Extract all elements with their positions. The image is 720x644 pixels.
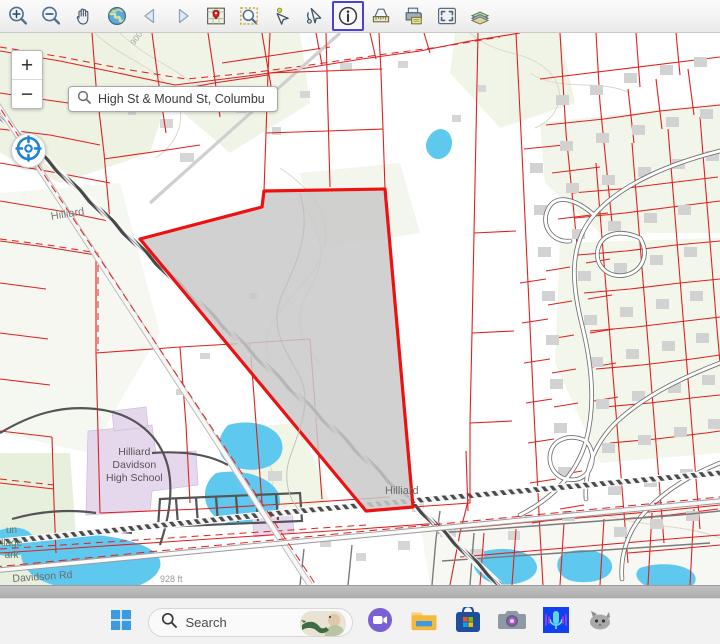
person-with-lizard-photo[interactable] xyxy=(300,611,346,636)
globe-icon xyxy=(106,5,128,27)
zoom-to-selection[interactable] xyxy=(233,1,265,31)
gis-viewer-window: HilliardHilliardHilliard Davidson High S… xyxy=(0,0,720,644)
layers-stack-icon xyxy=(469,5,491,27)
pan-tool[interactable] xyxy=(68,1,100,31)
locate-me-button[interactable] xyxy=(11,133,46,168)
zoom-to-location[interactable] xyxy=(200,1,232,31)
store-bag-icon xyxy=(455,607,481,638)
hand-icon xyxy=(73,5,95,27)
zoom-out-tool[interactable] xyxy=(35,1,67,31)
search-icon xyxy=(77,90,91,109)
camera-icon xyxy=(498,608,526,637)
chat-video-icon xyxy=(367,607,393,638)
export-image-tool[interactable] xyxy=(431,1,463,31)
taskbar-store[interactable] xyxy=(451,605,485,639)
taskbar-extra-app[interactable] xyxy=(583,605,617,639)
window-status-strip xyxy=(0,585,720,599)
taskbar-voice[interactable] xyxy=(539,605,573,639)
measure-tool[interactable] xyxy=(365,1,397,31)
map-graphics xyxy=(0,33,720,585)
taskbar-file-explorer[interactable] xyxy=(407,605,441,639)
printer-icon xyxy=(403,5,425,27)
ruler-icon xyxy=(370,5,392,27)
cat-icon xyxy=(588,609,612,636)
start-button[interactable] xyxy=(104,605,138,639)
previous-extent[interactable] xyxy=(134,1,166,31)
map-canvas[interactable]: HilliardHilliardHilliard Davidson High S… xyxy=(0,33,720,585)
windows-logo-icon xyxy=(110,609,132,636)
map-search-input[interactable]: High St & Mound St, Columbu xyxy=(98,92,265,106)
full-extent-tool[interactable] xyxy=(101,1,133,31)
microphone-waves-icon xyxy=(543,607,569,638)
zoom-in-tool[interactable] xyxy=(2,1,34,31)
marquee-zoom-icon xyxy=(238,5,260,27)
map-toolbar xyxy=(0,0,720,33)
folder-icon xyxy=(410,607,438,638)
next-extent[interactable] xyxy=(167,1,199,31)
windows-taskbar: Search xyxy=(0,598,720,644)
zoom-out-button[interactable]: − xyxy=(12,80,42,108)
identify-tool[interactable] xyxy=(332,1,364,31)
arrow-clear-icon xyxy=(304,5,326,27)
map-zoom-control[interactable]: + − xyxy=(11,50,43,109)
taskbar-search[interactable]: Search xyxy=(148,608,353,637)
info-circle-icon xyxy=(337,5,359,27)
magnifier-plus-icon xyxy=(7,5,29,27)
clear-selection[interactable] xyxy=(299,1,331,31)
crosshair-locate-icon xyxy=(15,135,42,167)
search-icon xyxy=(161,612,177,633)
map-pin-icon xyxy=(205,5,227,27)
arrow-select-icon xyxy=(271,5,293,27)
taskbar-chat[interactable] xyxy=(363,605,397,639)
taskbar-search-placeholder: Search xyxy=(186,615,227,630)
layers-tool[interactable] xyxy=(464,1,496,31)
select-features[interactable] xyxy=(266,1,298,31)
triangle-left-icon xyxy=(139,5,161,27)
frame-export-icon xyxy=(436,5,458,27)
print-tool[interactable] xyxy=(398,1,430,31)
zoom-in-button[interactable]: + xyxy=(12,51,42,80)
magnifier-minus-icon xyxy=(40,5,62,27)
triangle-right-icon xyxy=(172,5,194,27)
map-search-box[interactable]: High St & Mound St, Columbu xyxy=(68,86,278,112)
taskbar-camera[interactable] xyxy=(495,605,529,639)
